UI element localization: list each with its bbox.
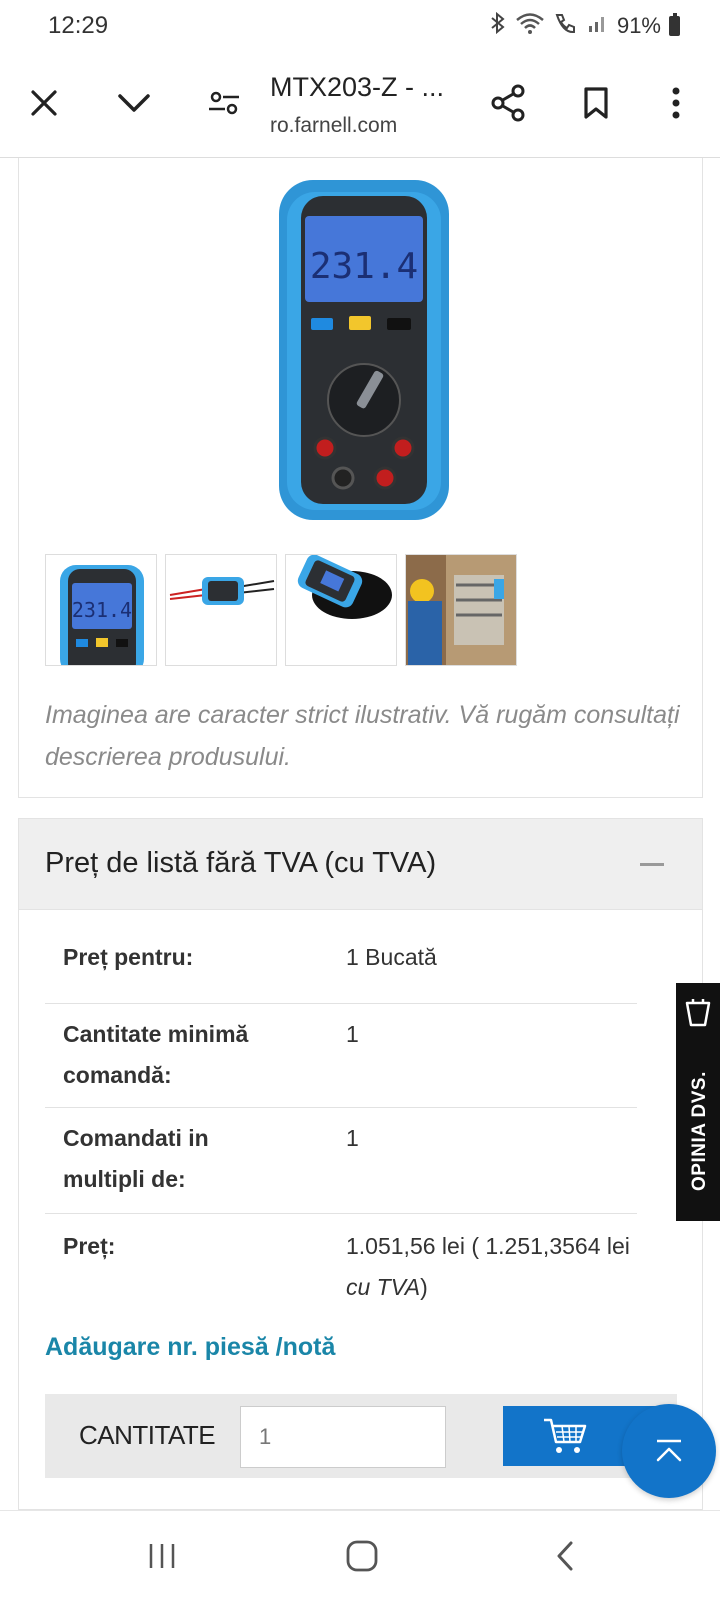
bluetooth-icon bbox=[489, 11, 507, 40]
row-label: Cantitate minimă comandă: bbox=[63, 1021, 249, 1088]
quantity-bar: CANTITATE bbox=[45, 1394, 677, 1478]
product-image-card: 231.4 231.4 Imaginea are caracter strict… bbox=[18, 158, 703, 798]
row-label: Preț pentru: bbox=[63, 944, 194, 970]
row-value: 1 bbox=[346, 1021, 359, 1047]
recent-apps-icon bbox=[149, 1544, 175, 1568]
recent-apps-button[interactable] bbox=[132, 1533, 192, 1579]
row-label: Preț: bbox=[63, 1233, 116, 1259]
image-disclaimer: Imaginea are caracter strict ilustrativ.… bbox=[45, 701, 680, 771]
status-bar: 12:29 91% bbox=[0, 0, 720, 52]
more-menu-button[interactable] bbox=[652, 76, 700, 130]
bookmark-button[interactable] bbox=[572, 76, 620, 130]
close-icon bbox=[31, 90, 57, 116]
thumbnail-1[interactable]: 231.4 bbox=[45, 554, 157, 666]
share-button[interactable] bbox=[484, 76, 532, 130]
page-url[interactable]: ro.farnell.com bbox=[270, 114, 397, 138]
battery-icon bbox=[669, 13, 680, 36]
share-icon bbox=[491, 84, 525, 122]
status-icons: 91% bbox=[489, 11, 680, 40]
back-icon bbox=[557, 1541, 573, 1571]
feedback-label: OPINIA DVS. bbox=[689, 1071, 710, 1191]
price-accordion-body: Preț pentru: 1 Bucată Cantitate minimă c… bbox=[18, 910, 703, 1510]
svg-text:231.4: 231.4 bbox=[72, 598, 132, 622]
back-button[interactable] bbox=[535, 1533, 595, 1579]
more-vert-icon bbox=[672, 87, 680, 119]
arrow-up-icon bbox=[656, 1439, 682, 1462]
site-settings-button[interactable] bbox=[200, 76, 248, 130]
battery-percent: 91% bbox=[616, 13, 661, 38]
home-button[interactable] bbox=[332, 1533, 392, 1579]
row-value: 1 bbox=[346, 1125, 359, 1151]
close-button[interactable] bbox=[20, 76, 68, 130]
quantity-input[interactable] bbox=[240, 1406, 446, 1468]
display-digits: 231.4 bbox=[310, 246, 418, 287]
system-nav-bar bbox=[0, 1510, 720, 1600]
add-part-note-link[interactable]: Adăugare nr. piesă /notă bbox=[45, 1333, 335, 1362]
thumbnail-2[interactable] bbox=[165, 554, 277, 666]
thumbnail-4[interactable] bbox=[405, 554, 517, 666]
wifi-call-icon bbox=[553, 12, 579, 40]
signal-icon bbox=[587, 12, 609, 40]
price-row-multiples: Comandati in multipli de: 1 bbox=[45, 1108, 637, 1214]
row-value: 1 Bucată bbox=[346, 944, 437, 970]
row-value-price: 1.051,56 lei ( 1.251,3564 lei cu TVA) bbox=[346, 1226, 646, 1308]
thumbnail-strip: 231.4 bbox=[45, 554, 517, 666]
price-excl-vat: 1.051,56 lei ( 1.251,3564 lei bbox=[346, 1233, 630, 1259]
minimize-button[interactable] bbox=[110, 76, 158, 130]
thumbnail-3[interactable] bbox=[285, 554, 397, 666]
wifi-icon bbox=[515, 12, 545, 40]
price-accordion-header[interactable]: Preț de listă fără TVA (cu TVA) bbox=[18, 818, 703, 910]
vat-label: cu TVA bbox=[346, 1274, 421, 1300]
status-time: 12:29 bbox=[48, 12, 109, 39]
price-row-price: Preț: 1.051,56 lei ( 1.251,3564 lei cu T… bbox=[45, 1214, 637, 1314]
chevron-down-icon bbox=[118, 94, 150, 112]
cart-icon bbox=[544, 1418, 587, 1453]
price-row-min-qty: Cantitate minimă comandă: 1 bbox=[45, 1004, 637, 1108]
product-main-image[interactable]: 231.4 bbox=[279, 180, 449, 520]
collapse-minus-icon[interactable] bbox=[640, 863, 664, 866]
bookmark-icon bbox=[584, 87, 608, 119]
page-title[interactable]: MTX203-Z - ... bbox=[270, 72, 444, 103]
price-close-paren: ) bbox=[420, 1274, 428, 1300]
row-label: Comandati in multipli de: bbox=[63, 1125, 209, 1192]
scroll-top-button[interactable] bbox=[622, 1404, 716, 1498]
tune-icon bbox=[209, 91, 239, 115]
quantity-label: CANTITATE bbox=[79, 1420, 216, 1450]
browser-header: MTX203-Z - ... ro.farnell.com bbox=[0, 52, 720, 158]
feedback-tab[interactable]: OPINIA DVS. bbox=[676, 983, 720, 1221]
home-icon bbox=[346, 1540, 378, 1572]
price-section-title: Preț de listă fără TVA (cu TVA) bbox=[45, 847, 437, 879]
price-row-price-for: Preț pentru: 1 Bucată bbox=[45, 928, 637, 1004]
